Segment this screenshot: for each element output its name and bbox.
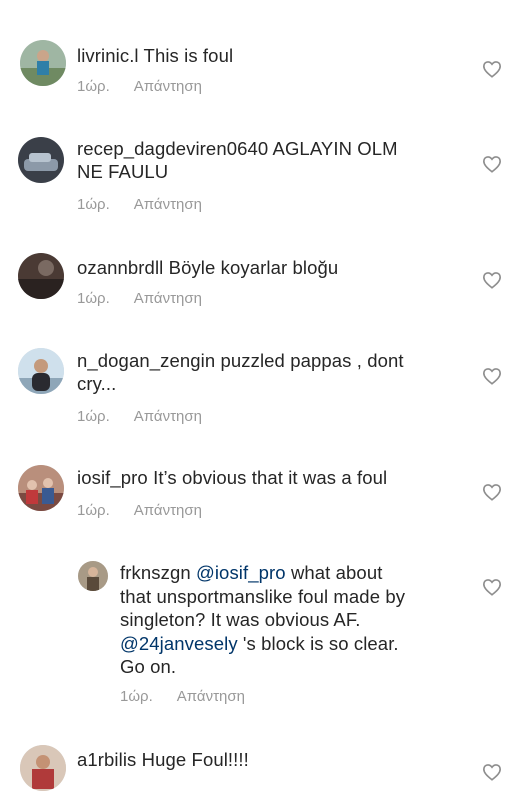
- comment-text: livrinic.l This is foul: [77, 44, 233, 67]
- comment-time: 1ώρ.: [77, 502, 110, 519]
- comment-time: 1ώρ.: [77, 290, 110, 307]
- comment-body: It’s obvious that it was a foul: [153, 467, 388, 488]
- heart-outline-icon[interactable]: [482, 763, 502, 781]
- comment-body-line3: singleton? It was obvious AF.: [120, 609, 361, 630]
- comment-meta: 1ώρ. Απάντηση: [120, 688, 269, 705]
- comment-username[interactable]: livrinic.l: [77, 45, 139, 66]
- reply-button[interactable]: Απάντηση: [134, 502, 202, 519]
- comment-body-line4: 's block is so clear.: [237, 632, 399, 654]
- avatar[interactable]: [18, 253, 64, 299]
- mention-link[interactable]: @iosif_pro: [196, 562, 286, 583]
- comment-body: AGLAYIN OLM: [272, 138, 398, 159]
- avatar[interactable]: [18, 348, 64, 394]
- comment-body-line2: NE FAULU: [77, 161, 169, 182]
- comment-text: n_dogan_zengin puzzled pappas , dont cry…: [77, 349, 404, 395]
- comment-username[interactable]: frknszgn: [120, 562, 191, 583]
- reply-button[interactable]: Απάντηση: [134, 290, 202, 307]
- comment-text: recep_dagdeviren0640 AGLAYIN OLM NE FAUL…: [77, 137, 398, 183]
- comment-meta: 1ώρ. Απάντηση: [77, 196, 226, 213]
- comment-body: Huge Foul!!!!: [141, 749, 249, 770]
- comment-time: 1ώρ.: [77, 196, 110, 213]
- comment-text: frknszgn @iosif_pro what about that unsp…: [120, 561, 405, 679]
- comment-body-line2: that unsportmanslike foul made by: [120, 585, 406, 607]
- comment-body: Böyle koyarlar bloğu: [168, 257, 339, 278]
- avatar[interactable]: [18, 465, 64, 511]
- avatar[interactable]: [20, 745, 66, 791]
- heart-outline-icon[interactable]: [482, 483, 502, 501]
- comment-username[interactable]: ozannbrdll: [77, 257, 163, 278]
- comment-time: 1ώρ.: [77, 408, 110, 425]
- reply-button[interactable]: Απάντηση: [134, 196, 202, 213]
- comment-username[interactable]: a1rbilis: [77, 749, 136, 770]
- comment-body: puzzled pappas , dont: [220, 350, 404, 371]
- heart-outline-icon[interactable]: [482, 271, 502, 289]
- heart-outline-icon[interactable]: [482, 155, 502, 173]
- reply-button[interactable]: Απάντηση: [177, 688, 245, 705]
- comment-body-line5: Go on.: [120, 656, 177, 677]
- avatar[interactable]: [20, 40, 66, 86]
- comment-time: 1ώρ.: [120, 688, 153, 705]
- comment-body: what about: [290, 562, 383, 583]
- comment-text: ozannbrdll Böyle koyarlar bloğu: [77, 256, 338, 279]
- reply-button[interactable]: Απάντηση: [134, 78, 202, 95]
- avatar[interactable]: [18, 137, 64, 183]
- mention-link[interactable]: @24janvesely: [120, 633, 238, 654]
- heart-outline-icon[interactable]: [482, 60, 502, 78]
- heart-outline-icon[interactable]: [482, 367, 502, 385]
- comment-text: iosif_pro It’s obvious that it was a fou…: [77, 466, 387, 489]
- comment-meta: 1ώρ. Απάντηση: [77, 78, 226, 95]
- reply-button[interactable]: Απάντηση: [134, 408, 202, 425]
- comment-body-line2: cry...: [77, 373, 117, 394]
- avatar[interactable]: [78, 561, 108, 591]
- comment-time: 1ώρ.: [77, 78, 110, 95]
- heart-outline-icon[interactable]: [482, 578, 502, 596]
- comment-meta: 1ώρ. Απάντηση: [77, 290, 226, 307]
- comment-username[interactable]: iosif_pro: [77, 467, 148, 488]
- comment-meta: 1ώρ. Απάντηση: [77, 408, 226, 425]
- comment-meta: 1ώρ. Απάντηση: [77, 502, 226, 519]
- comment-body: This is foul: [143, 45, 234, 66]
- comment-username[interactable]: recep_dagdeviren0640: [77, 138, 268, 159]
- comment-username[interactable]: n_dogan_zengin: [77, 350, 215, 371]
